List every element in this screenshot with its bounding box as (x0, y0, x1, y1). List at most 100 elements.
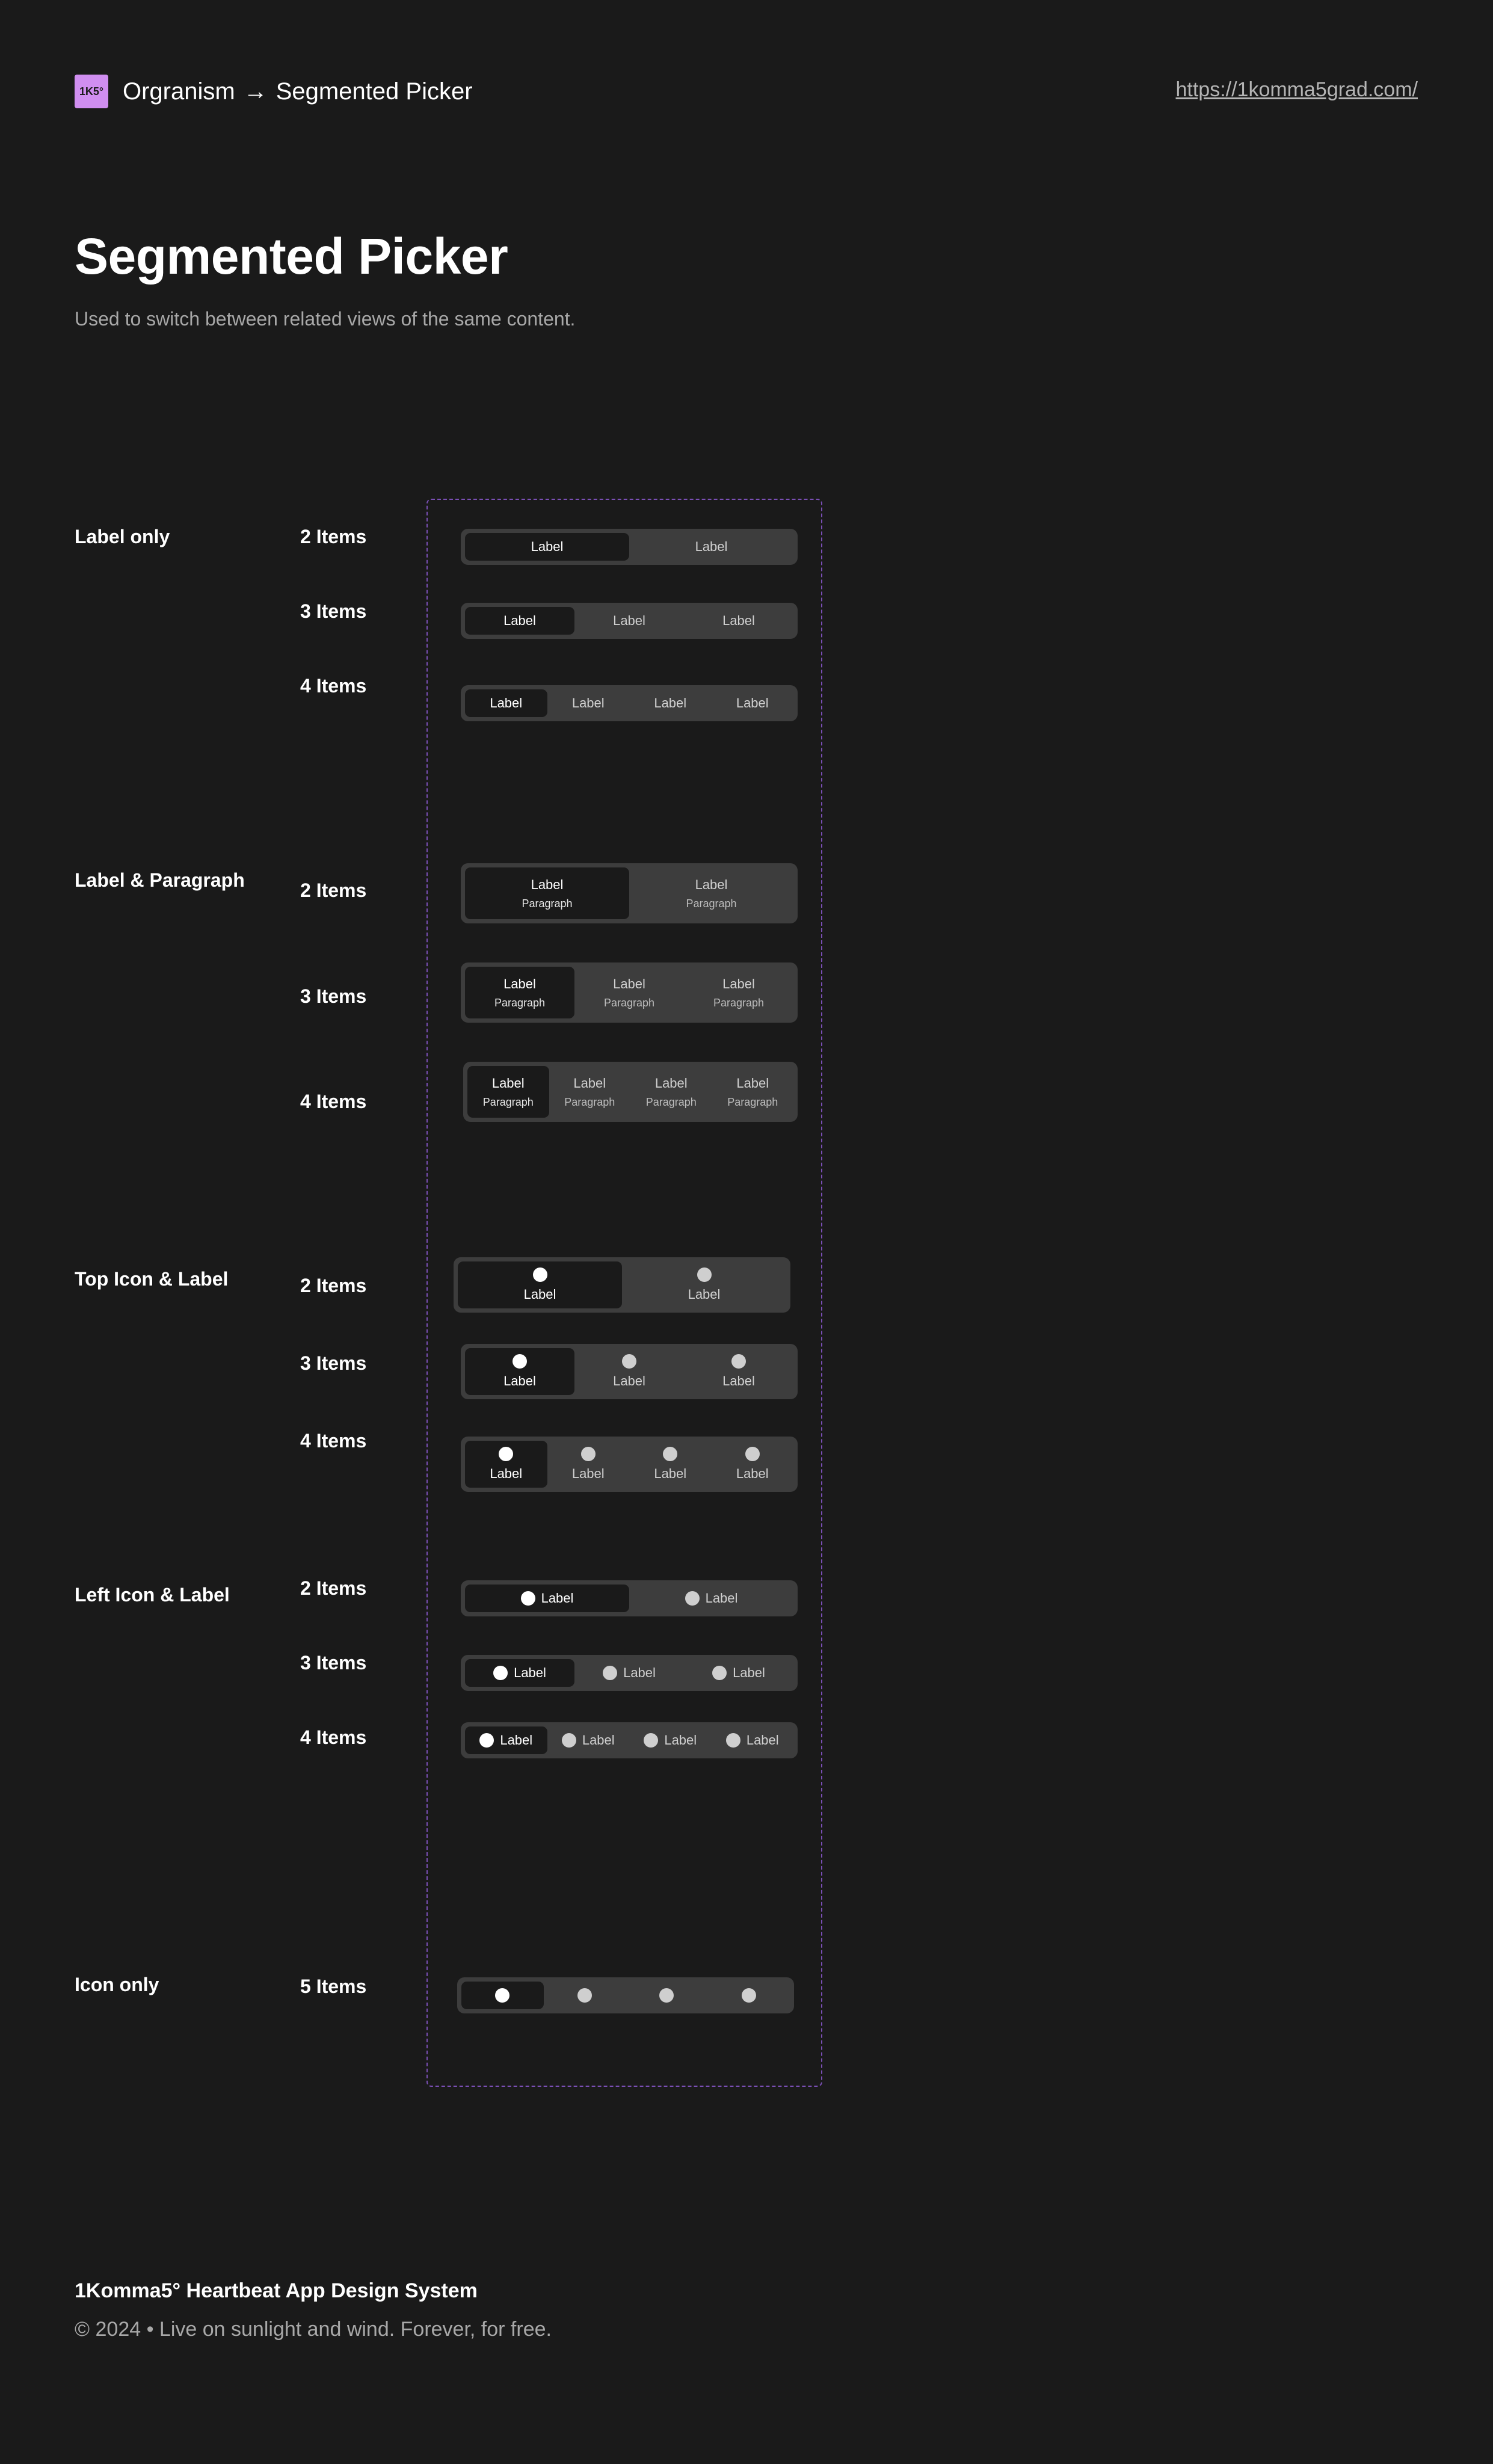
segment[interactable] (708, 1982, 790, 2009)
count-label: 5 Items (300, 1976, 367, 1997)
segmented-picker: Label Paragraph Label Paragraph Label Parag… (463, 1062, 798, 1122)
segment[interactable]: Label (465, 607, 574, 635)
segmented-picker: Label Label Label (461, 603, 798, 639)
segment-label: Label (654, 1466, 687, 1481)
circle-icon (725, 1733, 740, 1748)
page-subtitle: Used to switch between related views of … (75, 308, 576, 330)
section-label-icon-only: Icon only (75, 1974, 159, 1995)
segment[interactable]: Label Paragraph (465, 967, 574, 1018)
segment[interactable]: Label (458, 1261, 622, 1308)
count-label: 4 Items (300, 1091, 367, 1112)
segment[interactable]: Label (547, 689, 630, 717)
count-label: 3 Items (300, 1652, 367, 1674)
segment[interactable]: Label (684, 1659, 793, 1687)
segment[interactable]: Label (465, 689, 547, 717)
segment-paragraph: Paragraph (564, 1095, 615, 1108)
segment[interactable]: Label (712, 1441, 794, 1488)
segment[interactable]: Label Paragraph (574, 967, 684, 1018)
segmented-picker: Label Label Label (461, 1655, 798, 1691)
segment[interactable]: Label (465, 1726, 547, 1754)
circle-icon (745, 1447, 760, 1461)
segment-label: Label (722, 1373, 755, 1388)
segmented-picker: Label Label Label (461, 1344, 798, 1399)
segment[interactable]: Label (465, 533, 629, 561)
segment[interactable]: Label (629, 1585, 793, 1612)
circle-icon (495, 1988, 510, 2003)
circle-icon (622, 1354, 636, 1369)
segmented-picker: Label Label Label Label (461, 685, 798, 721)
segment[interactable]: Label (547, 1441, 630, 1488)
segmented-picker: Label Paragraph Label Paragraph Label Parag… (461, 962, 798, 1023)
segment[interactable]: Label (712, 1726, 794, 1754)
segment[interactable]: Label (465, 1585, 629, 1612)
section-label-label-only: Label only (75, 526, 170, 547)
segment-label: Label (623, 1665, 656, 1680)
segment-label: Label (490, 695, 523, 710)
segment-label: Label (736, 1075, 769, 1091)
circle-icon (513, 1354, 527, 1369)
footer-copyright: © 2024 • Live on sunlight and wind. Fore… (75, 2318, 552, 2341)
segment-label: Label (733, 1665, 765, 1680)
segment-label: Label (654, 695, 687, 710)
segment[interactable]: Label (465, 1441, 547, 1488)
segment-label: Label (654, 1075, 688, 1091)
segment-label: Label (722, 613, 755, 628)
segment[interactable]: Label Paragraph (465, 867, 629, 919)
segment[interactable]: Label (574, 1348, 684, 1395)
segment[interactable]: Label (629, 689, 712, 717)
segment-label: Label (705, 1591, 738, 1606)
segment-label: Label (695, 539, 728, 554)
segment[interactable]: Label (465, 1659, 574, 1687)
segment[interactable]: Label (684, 607, 793, 635)
segmented-picker: Label Label Label Label (461, 1437, 798, 1492)
segment-label: Label (503, 613, 536, 628)
segment-paragraph: Paragraph (686, 897, 737, 910)
section-label-label-paragraph: Label & Paragraph (75, 869, 245, 891)
arrow-right-icon: → (243, 78, 268, 105)
segment[interactable] (461, 1982, 544, 2009)
segment[interactable]: Label Paragraph (549, 1066, 631, 1118)
segment[interactable]: Label Paragraph (629, 867, 793, 919)
circle-icon (577, 1988, 592, 2003)
segment[interactable]: Label (622, 1261, 786, 1308)
segment[interactable]: Label (574, 1659, 684, 1687)
segment[interactable]: Label (629, 533, 793, 561)
count-label: 3 Items (300, 600, 367, 622)
segment-label: Label (503, 976, 536, 991)
segment[interactable]: Label (547, 1726, 630, 1754)
segment[interactable]: Label Paragraph (712, 1066, 794, 1118)
segment-paragraph: Paragraph (603, 996, 655, 1009)
circle-icon (479, 1733, 494, 1748)
circle-icon (520, 1591, 535, 1606)
segment-label: Label (490, 1466, 523, 1481)
count-label: 4 Items (300, 1726, 367, 1748)
segment-label: Label (613, 976, 645, 991)
segment[interactable]: Label (712, 689, 794, 717)
segment[interactable] (544, 1982, 626, 2009)
segment-paragraph: Paragraph (522, 897, 573, 910)
segment-label: Label (571, 1466, 605, 1481)
segment[interactable]: Label (574, 607, 684, 635)
count-label: 4 Items (300, 1430, 367, 1452)
segment-label: Label (573, 1075, 606, 1091)
segment[interactable]: Label (629, 1726, 712, 1754)
count-label: 3 Items (300, 1352, 367, 1374)
segment-label: Label (736, 1466, 769, 1481)
count-label: 2 Items (300, 526, 367, 547)
count-label: 4 Items (300, 675, 367, 697)
segment-label: Label (736, 695, 769, 710)
brand-logo[interactable]: 1K5° (75, 75, 108, 108)
segment[interactable]: Label (629, 1441, 712, 1488)
segment[interactable]: Label Paragraph (684, 967, 793, 1018)
circle-icon (561, 1733, 576, 1748)
segment[interactable]: Label Paragraph (630, 1066, 712, 1118)
segment[interactable]: Label Paragraph (467, 1066, 549, 1118)
breadcrumb-parent[interactable]: Orgranism (123, 78, 235, 105)
segmented-picker: Label Label (461, 529, 798, 565)
site-link[interactable]: https://1komma5grad.com/ (1175, 78, 1418, 102)
segment[interactable]: Label (684, 1348, 793, 1395)
segment[interactable]: Label (465, 1348, 574, 1395)
segment-label: Label (582, 1732, 615, 1748)
count-label: 3 Items (300, 985, 367, 1007)
segment[interactable] (626, 1982, 708, 2009)
